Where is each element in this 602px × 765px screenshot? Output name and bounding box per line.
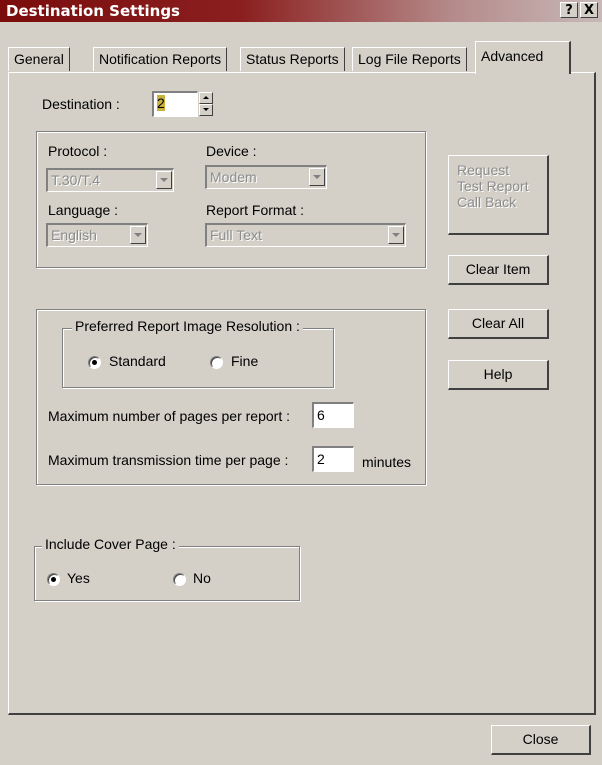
chevron-down-icon bbox=[309, 168, 325, 186]
protocol-select[interactable]: T.30/T.4 bbox=[46, 168, 174, 192]
max-pages-input[interactable]: 6 bbox=[312, 402, 354, 428]
tab-notification-reports[interactable]: Notification Reports bbox=[93, 47, 228, 71]
tab-general[interactable]: General bbox=[8, 47, 70, 71]
cover-yes-radio[interactable] bbox=[47, 573, 60, 586]
standard-label: Standard bbox=[109, 353, 166, 369]
cover-no-radio[interactable] bbox=[173, 573, 186, 586]
destination-spinner-input[interactable]: 2 bbox=[152, 91, 198, 117]
language-select[interactable]: English bbox=[46, 223, 148, 247]
title-bar: Destination Settings ? X bbox=[0, 0, 602, 22]
device-select[interactable]: Modem bbox=[205, 165, 327, 189]
max-time-input[interactable]: 2 bbox=[312, 446, 354, 472]
tab-log-file-reports[interactable]: Log File Reports bbox=[352, 47, 467, 71]
spinner-down-icon[interactable] bbox=[199, 104, 213, 116]
max-pages-label: Maximum number of pages per report : bbox=[48, 408, 290, 424]
chevron-down-icon bbox=[388, 226, 404, 244]
window-title: Destination Settings bbox=[6, 2, 180, 20]
chevron-down-icon bbox=[130, 226, 146, 244]
close-title-button[interactable]: X bbox=[580, 2, 598, 18]
chevron-down-icon bbox=[156, 171, 172, 189]
tab-advanced[interactable]: Advanced bbox=[475, 41, 571, 74]
minutes-unit-label: minutes bbox=[362, 454, 412, 470]
cover-page-legend: Include Cover Page : bbox=[42, 536, 179, 552]
destination-label: Destination : bbox=[42, 96, 120, 112]
language-label: Language : bbox=[48, 202, 119, 218]
resolution-legend: Preferred Report Image Resolution : bbox=[72, 318, 303, 334]
protocol-label: Protocol : bbox=[48, 143, 108, 159]
cover-yes-label: Yes bbox=[67, 570, 90, 586]
cover-no-label: No bbox=[193, 570, 211, 586]
clear-all-button[interactable]: Clear All bbox=[448, 309, 549, 339]
fine-label: Fine bbox=[231, 353, 259, 369]
max-time-label: Maximum transmission time per page : bbox=[48, 452, 289, 468]
help-title-button[interactable]: ? bbox=[560, 2, 578, 18]
standard-radio[interactable] bbox=[88, 356, 101, 369]
fine-radio[interactable] bbox=[210, 356, 223, 369]
clear-item-button[interactable]: Clear Item bbox=[448, 255, 549, 285]
help-button[interactable]: Help bbox=[448, 360, 549, 390]
tab-status-reports[interactable]: Status Reports bbox=[240, 47, 345, 71]
device-label: Device : bbox=[206, 143, 257, 159]
report-format-label: Report Format : bbox=[206, 202, 305, 218]
request-test-report-button[interactable]: Request Test Report Call Back bbox=[448, 155, 549, 235]
close-button[interactable]: Close bbox=[491, 725, 591, 755]
report-format-select[interactable]: Full Text bbox=[205, 223, 406, 247]
spinner-up-icon[interactable] bbox=[199, 92, 213, 104]
resolution-group bbox=[62, 328, 334, 388]
